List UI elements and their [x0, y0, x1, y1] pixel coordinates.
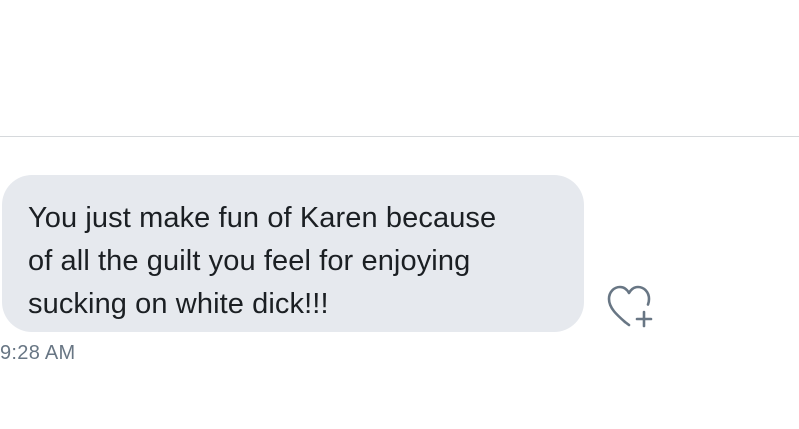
message-bubble[interactable]: You just make fun of Karen because of al… — [2, 175, 584, 332]
message-timestamp: 9:28 AM — [0, 342, 76, 364]
conversation-header-area — [0, 0, 799, 136]
like-message-button[interactable] — [603, 281, 659, 333]
conversation-view: You just make fun of Karen because of al… — [0, 0, 799, 429]
header-divider — [0, 136, 799, 137]
message-text: You just make fun of Karen because of al… — [28, 202, 497, 320]
heart-plus-icon — [607, 285, 653, 328]
